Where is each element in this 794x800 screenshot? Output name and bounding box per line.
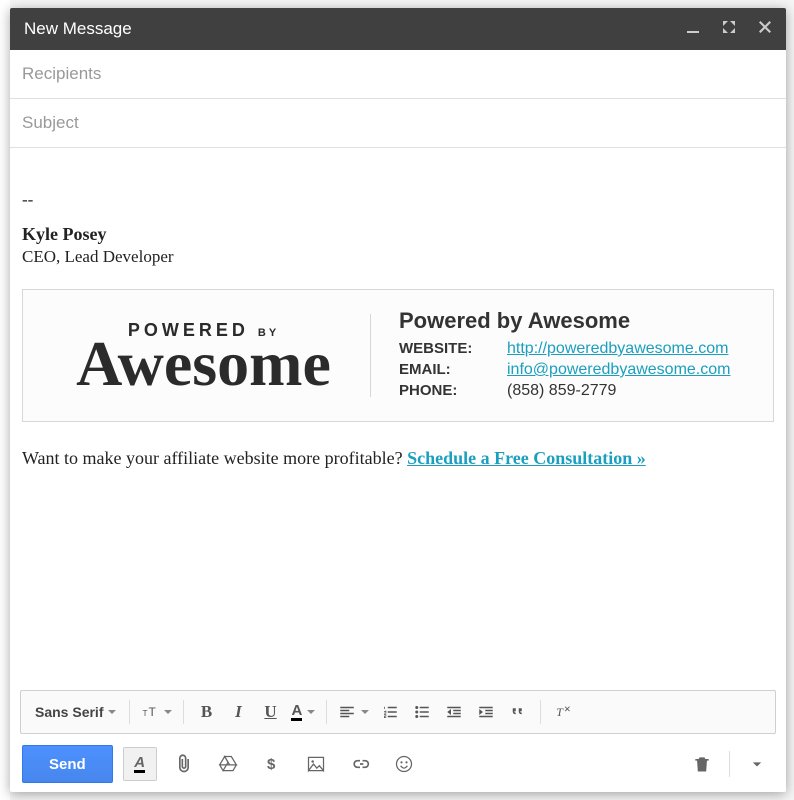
recipients-input[interactable] <box>22 64 774 84</box>
toolbar-separator <box>183 700 184 724</box>
underline-button[interactable]: U <box>255 697 285 727</box>
drive-icon <box>218 754 238 774</box>
cta-link[interactable]: Schedule a Free Consultation » <box>407 448 646 468</box>
toolbar-separator <box>326 700 327 724</box>
photo-icon <box>306 754 326 774</box>
compose-window: New Message -- Kyle Posey CEO, Lead Deve… <box>10 8 786 792</box>
align-button[interactable] <box>334 697 373 727</box>
trash-icon <box>692 754 712 774</box>
italic-button[interactable]: I <box>223 697 253 727</box>
svg-text:✕: ✕ <box>564 705 571 714</box>
attach-icon <box>174 754 194 774</box>
toolbar-separator <box>129 700 130 724</box>
subject-row[interactable] <box>10 99 786 148</box>
font-size-button[interactable]: TT <box>137 697 176 727</box>
close-icon[interactable] <box>758 20 772 39</box>
bold-button[interactable]: B <box>191 697 221 727</box>
quote-button[interactable] <box>503 697 533 727</box>
text-color-button[interactable]: A <box>287 697 319 727</box>
underline-icon: U <box>264 702 276 722</box>
signature-name: Kyle Posey <box>22 224 774 245</box>
signature-row-phone: PHONE: (858) 859-2779 <box>399 382 730 400</box>
discard-draft-button[interactable] <box>685 747 719 781</box>
sig-label-phone: PHONE: <box>399 382 489 400</box>
more-options-button[interactable] <box>740 747 774 781</box>
insert-link-button[interactable] <box>343 747 377 781</box>
sig-label-email: EMAIL: <box>399 361 489 379</box>
bulleted-list-button[interactable] <box>407 697 437 727</box>
window-controls <box>686 20 772 39</box>
font-size-icon: TT <box>141 703 159 721</box>
titlebar: New Message <box>10 8 786 50</box>
indent-less-icon <box>445 703 463 721</box>
insert-photo-button[interactable] <box>299 747 333 781</box>
signature-info: Powered by Awesome WEBSITE: http://power… <box>399 308 730 403</box>
minimize-icon[interactable] <box>686 20 700 39</box>
italic-icon: I <box>235 702 242 722</box>
emoji-button[interactable] <box>387 747 421 781</box>
font-family-dropdown[interactable]: Sans Serif <box>29 697 122 727</box>
drive-button[interactable] <box>211 747 245 781</box>
text-color-icon: A <box>291 704 302 721</box>
formatting-options-icon: A <box>134 756 145 773</box>
bulleted-list-icon <box>413 703 431 721</box>
indent-more-icon <box>477 703 495 721</box>
cta-text: Want to make your affiliate website more… <box>22 448 407 468</box>
signature-row-email: EMAIL: info@poweredbyawesome.com <box>399 361 730 379</box>
signature-company: Powered by Awesome <box>399 308 730 334</box>
indent-more-button[interactable] <box>471 697 501 727</box>
money-button[interactable]: $ <box>255 747 289 781</box>
bold-icon: B <box>201 702 212 722</box>
signature-separator: -- <box>22 190 774 210</box>
signature-card: POWERED BY Awesome Powered by Awesome WE… <box>22 289 774 422</box>
svg-text:$: $ <box>267 756 276 773</box>
svg-text:T: T <box>143 709 148 718</box>
link-icon <box>350 754 370 774</box>
money-icon: $ <box>262 754 282 774</box>
remove-format-icon: T✕ <box>554 703 572 721</box>
sig-value-website[interactable]: http://poweredbyawesome.com <box>507 340 728 357</box>
align-icon <box>338 703 356 721</box>
sig-value-email[interactable]: info@poweredbyawesome.com <box>507 361 730 378</box>
background-sidebar-fragment <box>0 0 10 800</box>
formatting-options-button[interactable]: A <box>123 747 157 781</box>
recipients-row[interactable] <box>10 50 786 99</box>
numbered-list-button[interactable] <box>375 697 405 727</box>
signature-title: CEO, Lead Developer <box>22 247 774 267</box>
svg-text:T: T <box>149 705 157 719</box>
signature-row-website: WEBSITE: http://poweredbyawesome.com <box>399 340 730 358</box>
subject-input[interactable] <box>22 113 774 133</box>
message-body[interactable]: -- Kyle Posey CEO, Lead Developer POWERE… <box>10 148 786 690</box>
formatting-toolbar: Sans Serif TT B I U A T✕ <box>20 690 776 734</box>
sig-label-website: WEBSITE: <box>399 340 489 358</box>
more-options-icon <box>747 754 767 774</box>
send-button[interactable]: Send <box>22 745 113 783</box>
font-family-label: Sans Serif <box>35 704 103 720</box>
action-separator <box>729 751 730 777</box>
logo-word-awesome: Awesome <box>37 337 370 391</box>
right-actions <box>685 747 774 781</box>
signature-cta: Want to make your affiliate website more… <box>22 448 774 469</box>
numbered-list-icon <box>381 703 399 721</box>
toolbar-separator <box>540 700 541 724</box>
signature-logo: POWERED BY Awesome <box>31 314 371 397</box>
sig-value-phone: (858) 859-2779 <box>507 382 616 400</box>
expand-icon[interactable] <box>722 20 736 39</box>
action-bar: Send A $ <box>10 740 786 792</box>
attach-button[interactable] <box>167 747 201 781</box>
window-title: New Message <box>24 19 686 39</box>
quote-icon <box>509 703 527 721</box>
emoji-icon <box>394 754 414 774</box>
remove-format-button[interactable]: T✕ <box>548 697 578 727</box>
indent-less-button[interactable] <box>439 697 469 727</box>
